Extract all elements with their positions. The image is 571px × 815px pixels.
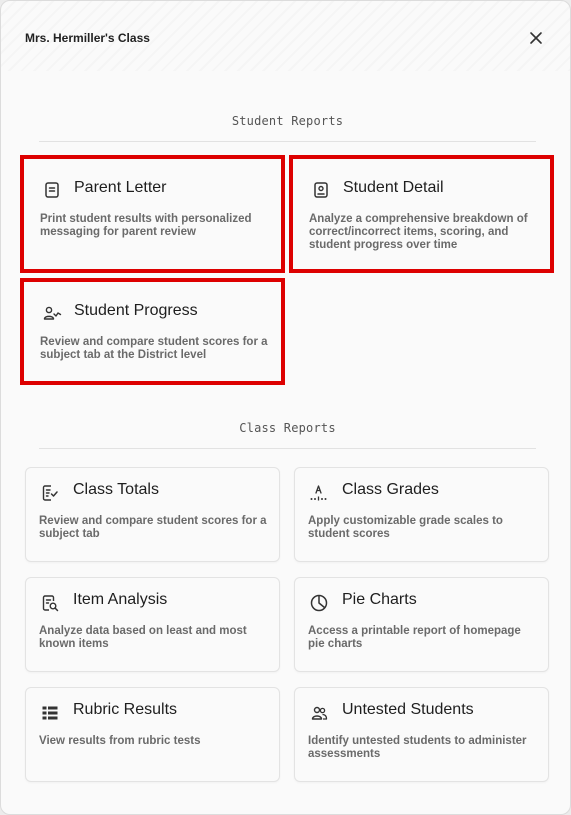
- card-class-totals[interactable]: Class Totals Review and compare student …: [25, 467, 280, 562]
- card-title: Pie Charts: [342, 591, 417, 608]
- card-student-progress[interactable]: Student Progress Review and compare stud…: [20, 278, 285, 385]
- card-title: Untested Students: [342, 701, 474, 718]
- card-description: Print student results with personalized …: [40, 213, 252, 238]
- users-icon: [311, 706, 328, 720]
- card-description: Access a printable report of homepage pi…: [308, 625, 521, 650]
- card-untested-students[interactable]: Untested Students Identify untested stud…: [294, 687, 549, 782]
- card-description: View results from rubric tests: [39, 735, 201, 747]
- card-student-detail[interactable]: Student Detail Analyze a comprehensive b…: [289, 155, 554, 273]
- card-class-grades[interactable]: Class Grades Apply customizable grade sc…: [294, 467, 549, 562]
- id-badge-icon: [314, 182, 328, 198]
- card-description: Identify untested students to administer…: [308, 735, 527, 760]
- card-title: Student Detail: [343, 179, 444, 196]
- close-icon: [530, 32, 542, 44]
- card-description: Review and compare student scores for a …: [39, 515, 267, 540]
- grid-list-icon: [42, 706, 58, 720]
- card-pie-charts[interactable]: Pie Charts Access a printable report of …: [294, 577, 549, 672]
- card-description: Analyze a comprehensive breakdown of cor…: [309, 213, 528, 251]
- class-reports-divider: [39, 448, 536, 449]
- user-trend-icon: [43, 306, 62, 320]
- close-button[interactable]: [525, 27, 547, 49]
- card-title: Parent Letter: [74, 179, 167, 196]
- class-reports-heading: Class Reports: [239, 421, 336, 435]
- card-description: Apply customizable grade scales to stude…: [308, 515, 503, 540]
- document-search-icon: [42, 595, 59, 612]
- modal-title: Mrs. Hermiller's Class: [25, 31, 150, 45]
- card-parent-letter[interactable]: Parent Letter Print student results with…: [20, 155, 285, 273]
- card-item-analysis[interactable]: Item Analysis Analyze data based on leas…: [25, 577, 280, 672]
- card-title: Rubric Results: [73, 701, 178, 718]
- card-description: Analyze data based on least and most kno…: [39, 625, 247, 650]
- card-title: Class Totals: [73, 481, 159, 498]
- card-rubric-results[interactable]: Rubric Results View results from rubric …: [25, 687, 280, 782]
- card-description: Review and compare student scores for a …: [40, 336, 268, 361]
- list-check-icon: [42, 485, 58, 501]
- student-reports-heading: Student Reports: [231, 114, 344, 128]
- grade-scale-icon: [310, 485, 327, 501]
- card-title: Student Progress: [74, 302, 198, 319]
- class-reports-modal: Mrs. Hermiller's Class Student Reports P…: [0, 0, 571, 815]
- card-title: Item Analysis: [73, 591, 168, 608]
- student-reports-divider: [39, 141, 536, 142]
- card-title: Class Grades: [342, 481, 439, 498]
- pie-chart-icon: [310, 594, 328, 612]
- document-icon: [45, 182, 59, 198]
